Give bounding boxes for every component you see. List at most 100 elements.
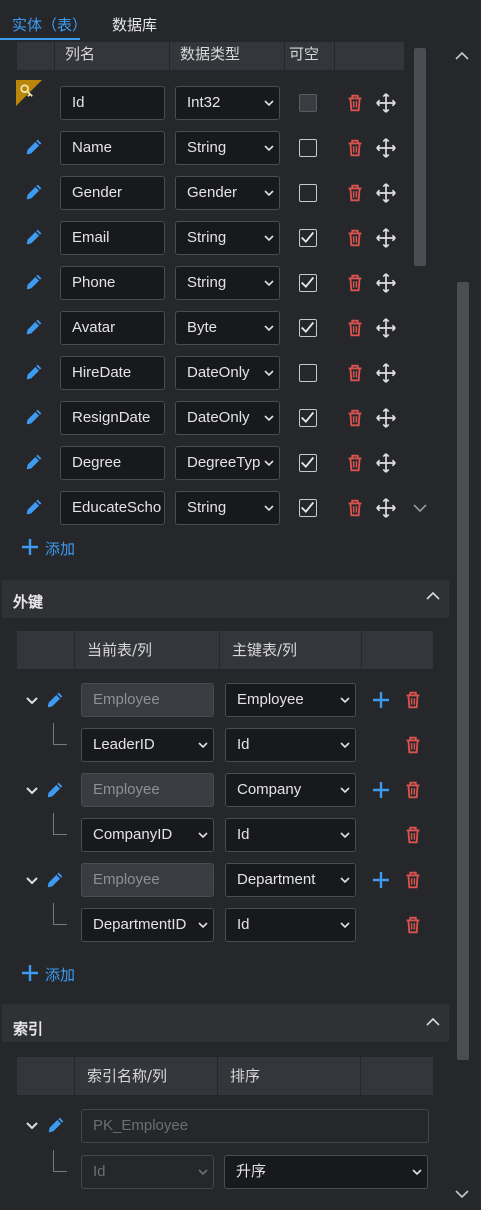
fk-add-plus-icon[interactable] [371, 780, 391, 800]
nullable-checkbox[interactable] [299, 319, 317, 337]
index-edit-pencil-icon[interactable] [45, 1114, 67, 1136]
delete-trash-icon[interactable] [344, 362, 366, 384]
column-type-select[interactable]: String [175, 266, 280, 300]
fk-delete-trash-icon[interactable] [402, 689, 424, 711]
scroll-up-chevron-icon[interactable] [452, 46, 472, 66]
fk-column-delete-trash-icon[interactable] [402, 824, 424, 846]
fk-expand-chevron-icon[interactable] [24, 873, 40, 889]
scroll-down-chevron-icon[interactable] [452, 1184, 472, 1204]
column-name-input[interactable]: Name [60, 131, 165, 165]
edit-pencil-icon[interactable] [23, 316, 45, 338]
fk-current-table-field[interactable]: Employee [81, 863, 214, 897]
column-type-select[interactable]: DegreeTyp [175, 446, 280, 480]
add-foreign-key-plus-icon[interactable] [20, 963, 40, 983]
column-row-0-lead[interactable] [16, 80, 42, 110]
edit-pencil-icon[interactable] [23, 451, 45, 473]
edit-pencil-icon[interactable] [23, 271, 45, 293]
nullable-checkbox[interactable] [299, 184, 317, 202]
column-type-select[interactable]: Gender [175, 176, 280, 210]
drag-move-icon[interactable] [375, 362, 397, 384]
delete-trash-icon[interactable] [344, 317, 366, 339]
drag-move-icon[interactable] [375, 182, 397, 204]
delete-trash-icon[interactable] [344, 407, 366, 429]
column-row-8-lead[interactable] [23, 451, 45, 477]
fk-column-delete-trash-icon[interactable] [402, 734, 424, 756]
column-row-7-lead[interactable] [23, 406, 45, 432]
edit-pencil-icon[interactable] [23, 136, 45, 158]
nullable-checkbox[interactable] [299, 229, 317, 247]
main-scrollbar-thumb[interactable] [457, 282, 469, 1060]
edit-pencil-icon[interactable] [23, 361, 45, 383]
column-row-4-lead[interactable] [23, 271, 45, 297]
fk-current-column-select[interactable]: DepartmentID [81, 908, 214, 942]
fk-delete-trash-icon[interactable] [402, 779, 424, 801]
column-row-1-lead[interactable] [23, 136, 45, 162]
column-row-3-lead[interactable] [23, 226, 45, 252]
nullable-checkbox[interactable] [299, 274, 317, 292]
edit-pencil-icon[interactable] [23, 181, 45, 203]
column-name-input[interactable]: Avatar [60, 311, 165, 345]
fk-current-column-select[interactable]: CompanyID [81, 818, 214, 852]
nullable-checkbox[interactable] [299, 499, 317, 517]
column-row-6-lead[interactable] [23, 361, 45, 387]
fk-add-plus-icon[interactable] [371, 690, 391, 710]
fk-edit-pencil-icon[interactable] [44, 689, 66, 711]
add-column-plus-icon[interactable] [20, 537, 40, 557]
nullable-checkbox[interactable] [299, 364, 317, 382]
column-row-9-lead[interactable] [23, 496, 45, 522]
column-type-select[interactable]: Byte [175, 311, 280, 345]
drag-move-icon[interactable] [375, 317, 397, 339]
delete-trash-icon[interactable] [344, 137, 366, 159]
fk-column-delete-trash-icon[interactable] [402, 914, 424, 936]
edit-pencil-icon[interactable] [23, 496, 45, 518]
edit-pencil-icon[interactable] [23, 406, 45, 428]
index-name-field[interactable]: PK_Employee [81, 1109, 429, 1143]
fk-add-plus-icon[interactable] [371, 870, 391, 890]
foreign-key-collapse-chevron-icon[interactable] [423, 586, 443, 606]
fk-delete-trash-icon[interactable] [402, 869, 424, 891]
column-name-input[interactable]: Email [60, 221, 165, 255]
drag-move-icon[interactable] [375, 272, 397, 294]
nullable-checkbox[interactable] [299, 454, 317, 472]
index-column-select[interactable]: Id [81, 1155, 214, 1189]
columns-grid-scroll-down-icon[interactable] [410, 498, 430, 518]
fk-expand-chevron-icon[interactable] [24, 693, 40, 709]
column-row-2-lead[interactable] [23, 181, 45, 207]
column-type-select[interactable]: Int32 [175, 86, 280, 120]
edit-pencil-icon[interactable] [23, 226, 45, 248]
fk-primary-table-select[interactable]: Department [225, 863, 356, 897]
delete-trash-icon[interactable] [344, 182, 366, 204]
column-name-input[interactable]: EducateScho [60, 491, 165, 525]
delete-trash-icon[interactable] [344, 272, 366, 294]
fk-primary-table-select[interactable]: Employee [225, 683, 356, 717]
fk-primary-column-select[interactable]: Id [225, 728, 356, 762]
column-name-input[interactable]: Degree [60, 446, 165, 480]
column-name-input[interactable]: HireDate [60, 356, 165, 390]
column-name-input[interactable]: Gender [60, 176, 165, 210]
fk-edit-pencil-icon[interactable] [44, 779, 66, 801]
column-name-input[interactable]: Id [60, 86, 165, 120]
drag-move-icon[interactable] [375, 497, 397, 519]
tab-entity[interactable]: 实体（表） [12, 14, 87, 35]
drag-move-icon[interactable] [375, 137, 397, 159]
column-name-input[interactable]: ResignDate [60, 401, 165, 435]
drag-move-icon[interactable] [375, 92, 397, 114]
nullable-checkbox[interactable] [299, 94, 317, 112]
column-type-select[interactable]: DateOnly [175, 401, 280, 435]
column-type-select[interactable]: DateOnly [175, 356, 280, 390]
delete-trash-icon[interactable] [344, 227, 366, 249]
tab-database[interactable]: 数据库 [112, 14, 157, 35]
columns-grid-scrollbar-thumb[interactable] [414, 48, 426, 266]
drag-move-icon[interactable] [375, 227, 397, 249]
fk-current-table-field[interactable]: Employee [81, 683, 214, 717]
fk-primary-table-select[interactable]: Company [225, 773, 356, 807]
delete-trash-icon[interactable] [344, 92, 366, 114]
nullable-checkbox[interactable] [299, 409, 317, 427]
column-type-select[interactable]: String [175, 131, 280, 165]
fk-edit-pencil-icon[interactable] [44, 869, 66, 891]
column-type-select[interactable]: String [175, 491, 280, 525]
column-type-select[interactable]: String [175, 221, 280, 255]
fk-primary-column-select[interactable]: Id [225, 818, 356, 852]
fk-expand-chevron-icon[interactable] [24, 783, 40, 799]
fk-primary-column-select[interactable]: Id [225, 908, 356, 942]
